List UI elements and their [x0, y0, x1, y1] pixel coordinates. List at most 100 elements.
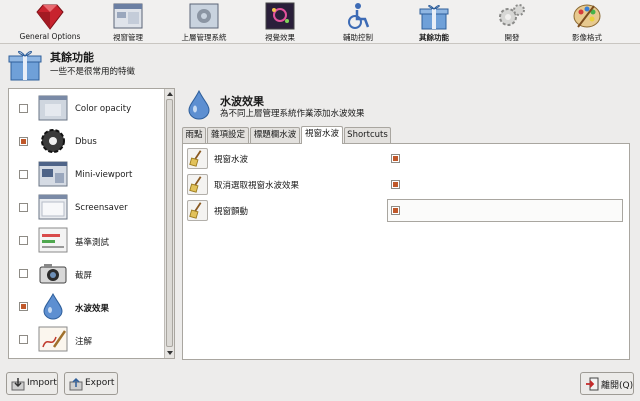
plugin-list-scrollbar[interactable] [164, 89, 174, 358]
category-label: 影像格式 [572, 33, 602, 42]
color-opacity-icon [38, 95, 68, 121]
fireworks-icon [265, 2, 295, 30]
reset-default-button[interactable] [187, 174, 208, 195]
gift-box-icon [419, 5, 449, 30]
category-image-formats[interactable]: 影像格式 [551, 0, 623, 44]
option-row: 視窗顫動 [185, 199, 625, 222]
plugin-checkbox[interactable] [19, 236, 28, 245]
category-general-options[interactable]: General Options [14, 0, 86, 44]
scrollbar-thumb[interactable] [166, 99, 173, 347]
screensaver-icon [38, 194, 68, 220]
list-item[interactable]: Color opacity [9, 92, 165, 125]
category-label: 輔助控制 [343, 33, 373, 42]
broom-icon [189, 150, 202, 167]
category-label: 視窗管理 [113, 33, 143, 42]
category-label: 開發 [504, 33, 520, 42]
mini-viewport-icon [38, 161, 68, 187]
desktop-gears-icon [189, 3, 219, 29]
tab-titlebar-wave[interactable]: 標題欄水波 [250, 127, 300, 143]
plugin-label: Dbus [75, 137, 97, 147]
benchmark-icon [38, 227, 68, 253]
plugin-checkbox[interactable] [19, 203, 28, 212]
option-checkbox[interactable] [391, 154, 400, 163]
close-label: 離開(Q) [601, 381, 634, 391]
ruby-gem-icon [36, 4, 64, 30]
focused-row-highlight [387, 199, 623, 222]
broom-icon [189, 176, 202, 193]
category-accessibility[interactable]: 輔助控制 [322, 0, 394, 44]
export-label: Export [85, 378, 115, 388]
category-visual-effects[interactable]: 視覺效果 [244, 0, 316, 44]
tab-misc-settings[interactable]: 雜項設定 [207, 127, 249, 143]
water-drop-icon [43, 292, 63, 320]
plugin-checkbox[interactable] [19, 104, 28, 113]
list-item[interactable]: 截屏 [9, 257, 165, 290]
category-extras[interactable]: 其餘功能 [398, 0, 470, 44]
plugin-description: 為不同上層管理系統作業添加水波效果 [220, 109, 365, 119]
plugin-list[interactable]: Color opacity Dbus Mini-viewport Screens… [8, 88, 175, 359]
option-row: 取消選取視窗水波效果 [185, 173, 625, 196]
window-management-icon [113, 3, 143, 29]
option-checkbox[interactable] [391, 206, 400, 215]
category-toolbar: General Options 視窗管理 上層管理系統 視覺效果 輔助控制 其餘… [0, 0, 640, 44]
list-item[interactable]: Screensaver [9, 191, 165, 224]
export-button[interactable]: Export [64, 372, 118, 395]
option-label: 取消選取視窗水波效果 [214, 181, 300, 191]
exit-door-icon [586, 377, 599, 391]
scroll-up-arrow-icon[interactable] [167, 92, 173, 96]
export-icon [69, 377, 83, 391]
list-item[interactable]: 基準測試 [9, 224, 165, 257]
option-label: 視窗顫動 [214, 207, 249, 217]
list-item[interactable]: Dbus [9, 125, 165, 158]
list-item[interactable]: 注解 [9, 323, 165, 356]
option-checkbox[interactable] [391, 180, 400, 189]
plugin-checkbox[interactable] [19, 335, 28, 344]
tab-raindrops[interactable]: 雨點 [182, 127, 206, 143]
page-subtitle: 一些不是很常用的特徵 [50, 67, 136, 77]
plugin-label: Mini-viewport [75, 170, 133, 180]
palette-icon [573, 4, 601, 28]
page-header: 其餘功能 一些不是很常用的特徵 [0, 45, 640, 83]
gift-box-icon [8, 50, 42, 81]
option-label: 視窗水波 [214, 155, 249, 165]
reset-default-button[interactable] [187, 148, 208, 169]
category-label: 視覺效果 [265, 33, 295, 42]
scroll-down-arrow-icon[interactable] [167, 351, 173, 355]
reset-default-button[interactable] [187, 200, 208, 221]
water-drop-icon [188, 90, 210, 120]
tab-content: 視窗水波 取消選取視窗水波效果 視窗顫動 [182, 143, 630, 360]
list-item[interactable]: 水波效果 [9, 290, 165, 323]
import-icon [11, 378, 25, 391]
category-label: 其餘功能 [419, 33, 449, 42]
plugin-checkbox[interactable] [19, 137, 28, 146]
tab-window-wave[interactable]: 視窗水波 [301, 126, 343, 144]
option-row: 視窗水波 [185, 147, 625, 170]
category-label: 上層管理系統 [181, 33, 227, 42]
category-window-management[interactable]: 視窗管理 [92, 0, 164, 44]
plugin-header: 水波效果 為不同上層管理系統作業添加水波效果 [184, 90, 634, 124]
plugin-label: 截屏 [75, 271, 93, 281]
camera-icon [39, 264, 67, 284]
category-development[interactable]: 開發 [476, 0, 548, 44]
gears-icon [499, 4, 525, 26]
import-label: Import [27, 378, 57, 388]
wheelchair-icon [348, 3, 370, 29]
plugin-checkbox[interactable] [19, 170, 28, 179]
plugin-label: 注解 [75, 337, 93, 347]
dbus-gear-icon [41, 129, 65, 153]
plugin-label: Color opacity [75, 104, 132, 114]
import-button[interactable]: Import [6, 372, 58, 395]
plugin-checkbox[interactable] [19, 302, 28, 311]
broom-icon [189, 202, 202, 219]
plugin-checkbox[interactable] [19, 269, 28, 278]
annotate-icon [38, 326, 68, 352]
category-desktop[interactable]: 上層管理系統 [168, 0, 240, 44]
close-button[interactable]: 離開(Q) [580, 372, 634, 395]
list-item[interactable]: Mini-viewport [9, 158, 165, 191]
plugin-label: 基準測試 [75, 238, 110, 248]
tab-shortcuts[interactable]: Shortcuts [344, 127, 391, 143]
category-label: General Options [19, 32, 81, 41]
plugin-label: 水波效果 [75, 304, 110, 314]
plugin-label: Screensaver [75, 203, 128, 213]
page-title: 其餘功能 [50, 51, 94, 64]
